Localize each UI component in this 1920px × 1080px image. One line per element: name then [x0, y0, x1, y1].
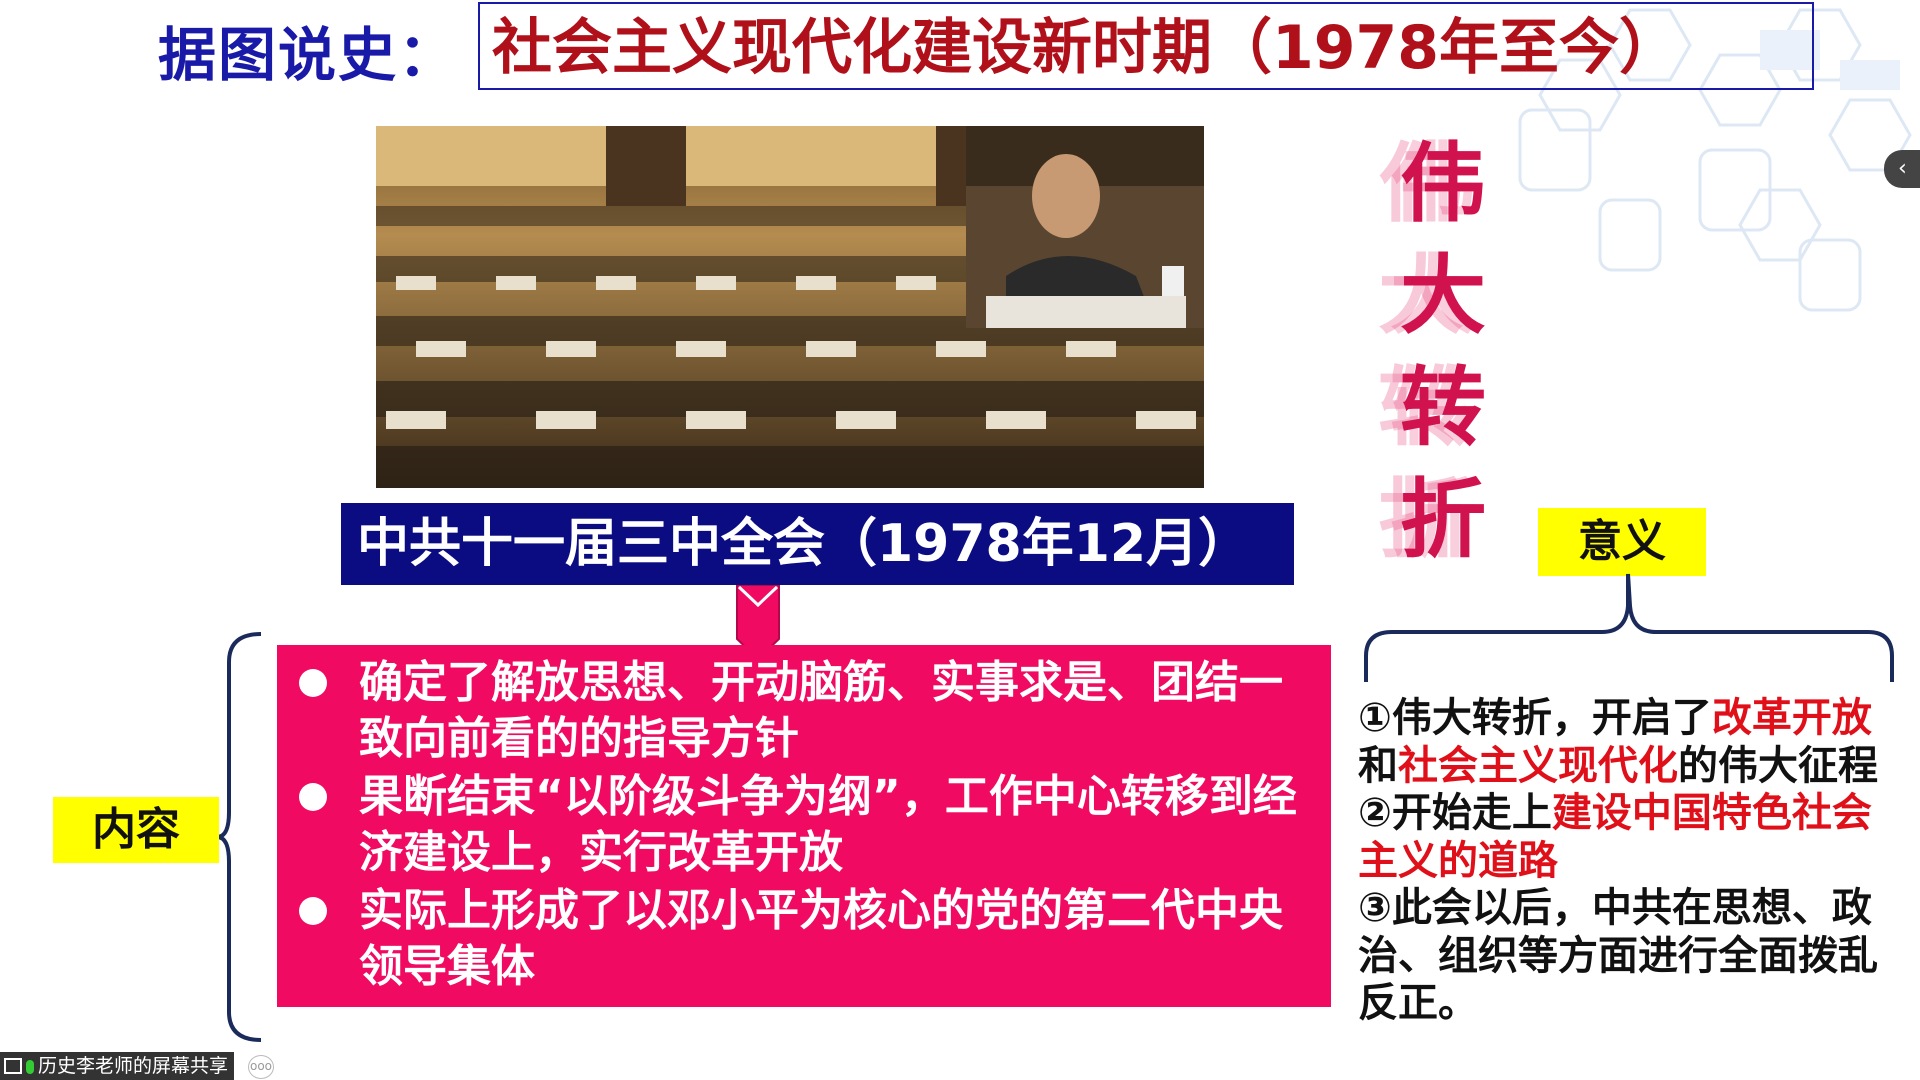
- list-item: 确定了解放思想、开动脑筋、实事求是、团结一致向前看的的指导方针: [299, 655, 1313, 767]
- significance-text-part: ③此会以后，中共在思想、政治、组织等方面进行全面拨乱反正。: [1358, 885, 1878, 1026]
- vertical-title: 伟 大 转 折: [1400, 128, 1530, 576]
- list-item-text: 实际上形成了以邓小平为核心的党的第二代中央领导集体: [359, 885, 1283, 992]
- highlight-modernization: 社会主义现代化: [1398, 742, 1678, 789]
- highlight-reform: 改革开放: [1711, 695, 1872, 741]
- bullet-icon: [299, 783, 327, 811]
- screen-share-text: 历史李老师的屏幕共享: [38, 1055, 229, 1077]
- list-item-text: 果断结束“以阶级斗争为纲”，工作中心转移到经济建设上，实行改革开放: [359, 771, 1297, 878]
- screen-share-icon: [4, 1058, 22, 1074]
- slide-title: 社会主义现代化建设新时期（1978年至今）: [478, 2, 1814, 90]
- mic-icon: [26, 1060, 34, 1074]
- bullet-icon: [299, 669, 327, 697]
- vertical-title-char: 伟: [1400, 134, 1486, 234]
- list-item-text: 确定了解放思想、开动脑筋、实事求是、团结一致向前看的的指导方针: [359, 657, 1283, 764]
- content-list: 确定了解放思想、开动脑筋、实事求是、团结一致向前看的的指导方针 果断结束“以阶级…: [277, 645, 1331, 1007]
- list-item: 实际上形成了以邓小平为核心的党的第二代中央领导集体: [299, 883, 1313, 995]
- left-brace-icon: [216, 632, 262, 1042]
- list-item: 果断结束“以阶级斗争为纲”，工作中心转移到经济建设上，实行改革开放: [299, 769, 1313, 881]
- top-brace-icon: [1364, 573, 1894, 682]
- slide-title-prefix: 据图说史：: [158, 21, 459, 89]
- significance-text-part: ①伟大转折，开启了: [1358, 695, 1712, 741]
- significance-text-part: 和: [1358, 742, 1398, 789]
- side-collapse-button[interactable]: ‹: [1884, 150, 1920, 188]
- portrait-photo: [966, 126, 1204, 328]
- more-options-button[interactable]: ooo: [248, 1055, 274, 1079]
- significance-text-part: ②开始走上: [1358, 790, 1552, 836]
- significance-text: ①伟大转折，开启了改革开放和社会主义现代化的伟大征程 ②开始走上建设中国特色社会…: [1358, 695, 1888, 1028]
- bullet-icon: [299, 897, 327, 925]
- content-label: 内容: [53, 797, 219, 863]
- screen-share-label[interactable]: 历史李老师的屏幕共享: [0, 1052, 235, 1080]
- vertical-title-char: 大: [1400, 246, 1486, 346]
- vertical-title-char: 折: [1400, 470, 1486, 570]
- meeting-banner: 中共十一届三中全会（1978年12月）: [341, 503, 1294, 585]
- significance-text-part: 的伟大征程: [1678, 742, 1878, 789]
- vertical-title-char: 转: [1400, 358, 1486, 458]
